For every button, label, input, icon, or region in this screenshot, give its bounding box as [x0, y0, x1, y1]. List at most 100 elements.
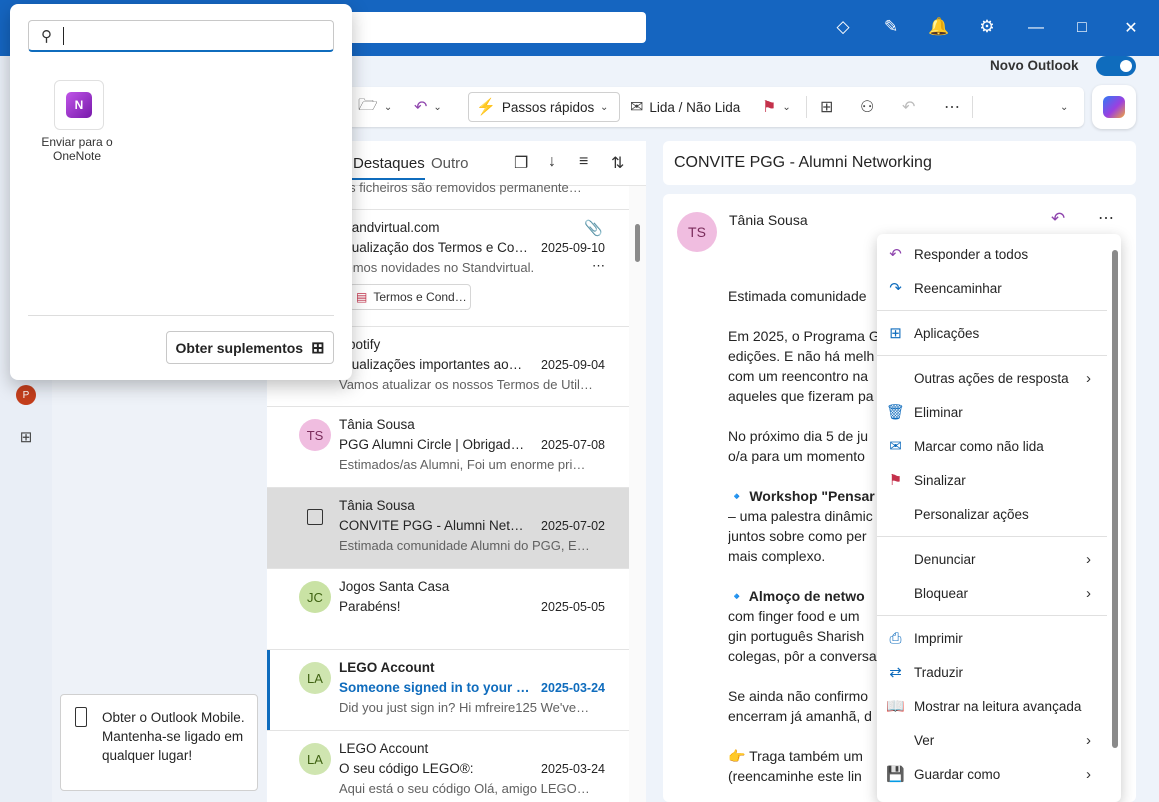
quick-steps-label: Passos rápidos [501, 99, 595, 115]
powerpoint-icon[interactable]: P [16, 385, 36, 405]
apps-icon: ⊞ [820, 99, 834, 116]
jump-to-icon[interactable]: ↓ [548, 153, 556, 171]
body-line: (reencaminhe este lin [728, 768, 862, 784]
menu-item-forward[interactable]: ↷ Reencaminhar [877, 273, 1107, 303]
body-line: colegas, pôr a conversa [728, 648, 877, 664]
gear-icon[interactable]: ⚙ [976, 16, 998, 38]
outlook-window: ◇ ✎ 🔔 ⚙ — □ ✕ P ⊞ Novo Outlook 🗁 ⌄ ↶ ⌄ ⚡ Pa… [0, 0, 1159, 802]
menu-item-label: Sinalizar [914, 472, 966, 488]
filter-icon[interactable]: ≡ [579, 153, 588, 171]
menu-item-customize-actions[interactable]: Personalizar ações [877, 499, 1107, 529]
promo-text: Obter o Outlook Mobile. Mantenha-se liga… [102, 710, 245, 763]
add-box-icon: ⊞ [311, 339, 325, 357]
divider [877, 310, 1107, 311]
menu-item-label: Reencaminhar [914, 280, 1002, 296]
menu-item-translate[interactable]: ⇄ Traduzir [877, 657, 1107, 687]
flag-button[interactable]: ⚑ ⌄ [762, 87, 791, 127]
read-unread-button[interactable]: ✉ Lida / Não Lida [630, 87, 740, 127]
sender-name[interactable]: Tânia Sousa [729, 212, 808, 228]
body-line: com finger food e um [728, 608, 860, 624]
message-sender: Tânia Sousa [339, 417, 415, 432]
my-day-icon[interactable]: ✎ [880, 16, 902, 38]
premium-diamond-icon[interactable]: ◇ [832, 16, 854, 38]
body-line: com um reencontro na [728, 368, 869, 384]
copilot-button[interactable] [1092, 85, 1136, 129]
apps-button[interactable]: ⊞ [820, 87, 833, 127]
list-item[interactable]: LA LEGO Account Someone signed in to you… [267, 650, 629, 731]
attachment-chip[interactable]: ▤ Termos e Cond… [349, 284, 471, 310]
bell-icon[interactable]: 🔔 [928, 16, 950, 38]
quick-steps-button[interactable]: ⚡ Passos rápidos [476, 87, 594, 127]
more-options-button[interactable]: ⋯ [944, 87, 960, 127]
addin-label[interactable]: Enviar para o OneNote [32, 135, 122, 163]
sender-avatar[interactable]: TS [677, 212, 717, 252]
reply-all-icon: ↶ [889, 246, 902, 263]
avatar: LA [299, 662, 331, 694]
menu-item-label: Aplicações [914, 325, 980, 341]
menu-item-apps[interactable]: ⊞ Aplicações [877, 318, 1107, 348]
list-item[interactable]: LA LEGO Account O seu código LEGO®: 2025… [267, 731, 629, 802]
body-line: aqueles que fizeram pa [728, 388, 874, 404]
menu-item-immersive-reader[interactable]: 📖 Mostrar na leitura avançada [877, 691, 1107, 721]
message-subject: Someone signed in to your … [339, 680, 529, 695]
menu-item-label: Bloquear [914, 585, 969, 601]
message-subject: Parabéns! [339, 599, 401, 614]
minimize-icon[interactable]: — [1024, 16, 1048, 40]
menu-item-view[interactable]: Ver › [877, 725, 1107, 755]
menu-item-block[interactable]: Bloquear › [877, 578, 1107, 608]
sort-icon[interactable]: ⇅ [611, 153, 624, 173]
move-to-folder-button[interactable]: 🗁 ⌄ [358, 87, 392, 127]
message-date: 2025-07-08 [541, 438, 605, 452]
menu-item-other-reply-actions[interactable]: Outras ações de resposta › [877, 363, 1107, 393]
close-icon[interactable]: ✕ [1119, 16, 1143, 40]
list-item[interactable]: JC Jogos Santa Casa Parabéns! 2025-05-05 [267, 569, 629, 650]
translate-icon: ⇄ [889, 664, 902, 681]
message-list-scrollbar[interactable] [629, 186, 646, 802]
menu-item-label: Denunciar [914, 551, 976, 567]
scrollbar-thumb[interactable] [635, 224, 640, 262]
menu-item-flag[interactable]: ⚑ Sinalizar [877, 465, 1107, 495]
reply-button[interactable]: ↶ ⌄ [414, 87, 442, 127]
message-subject: CONVITE PGG - Alumni Net… [339, 518, 524, 533]
phone-icon [75, 707, 87, 727]
get-addins-button[interactable]: Obter suplementos ⊞ [166, 331, 334, 364]
title-search-box[interactable] [340, 12, 646, 43]
apps-icon: ⊞ [889, 325, 902, 342]
select-checkbox[interactable] [307, 509, 323, 525]
body-line: Estimada comunidade [728, 288, 867, 304]
outlook-mobile-promo[interactable]: Obter o Outlook Mobile. Mantenha-se liga… [60, 694, 258, 791]
quick-steps-dropdown[interactable]: ⌄ [600, 87, 608, 127]
menu-item-reply-all[interactable]: ↶ Responder a todos [877, 239, 1107, 269]
text-cursor [63, 27, 64, 45]
addins-search-input[interactable]: ⚲ [28, 20, 334, 52]
apps-grid-icon[interactable]: ⊞ [17, 428, 35, 446]
new-outlook-toggle[interactable] [1096, 56, 1136, 76]
menu-item-label: Traduzir [914, 664, 964, 680]
search-icon: ⚲ [41, 28, 52, 45]
tab-focused[interactable]: Destaques [347, 155, 425, 180]
more-icon[interactable]: ⋯ [592, 258, 605, 274]
menu-item-save-as[interactable]: 💾 Guardar como › [877, 759, 1107, 789]
menu-item-label: Personalizar ações [914, 506, 1029, 522]
undo-button[interactable]: ↶ [902, 87, 915, 127]
body-line: 🔹 Workshop "Pensar [728, 488, 875, 504]
flag-icon: ⚑ [888, 472, 903, 489]
tab-other[interactable]: Outro [431, 155, 469, 172]
menu-item-mark-unread[interactable]: ✉ Marcar como não lida [877, 431, 1107, 461]
message-subject: PGG Alumni Circle | Obrigad… [339, 437, 525, 452]
groups-button[interactable]: ⚇ [860, 87, 874, 127]
onenote-addin-tile[interactable]: N [54, 80, 104, 130]
menu-scrollbar[interactable] [1112, 250, 1118, 748]
body-line: gin português Sharish [728, 628, 865, 644]
reply-icon[interactable]: ↶ [1051, 209, 1065, 229]
menu-item-delete[interactable]: 🗑 Eliminar [877, 397, 1107, 427]
read-unread-label: Lida / Não Lida [649, 99, 741, 115]
menu-item-report[interactable]: Denunciar › [877, 544, 1107, 574]
list-item[interactable]: Tânia Sousa CONVITE PGG - Alumni Net… 20… [267, 488, 629, 569]
select-icon[interactable]: ❐ [514, 153, 528, 173]
menu-item-print[interactable]: ⎙ Imprimir [877, 623, 1107, 653]
list-item[interactable]: TS Tânia Sousa PGG Alumni Circle | Obrig… [267, 407, 629, 488]
more-icon[interactable]: ⋯ [1098, 208, 1114, 228]
maximize-icon[interactable]: □ [1070, 16, 1094, 40]
ribbon-expand-button[interactable]: ⌄ [1060, 87, 1068, 127]
